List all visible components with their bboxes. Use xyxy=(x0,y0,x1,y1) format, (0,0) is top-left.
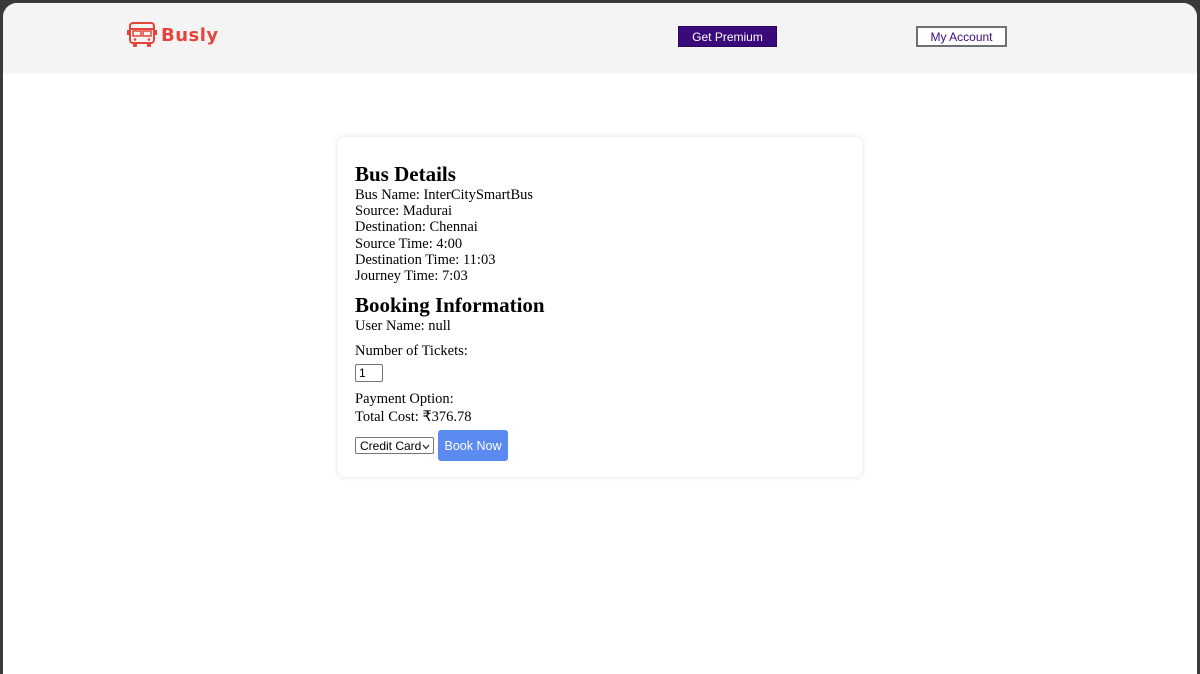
chevron-down-icon xyxy=(422,439,430,453)
brand-logo[interactable]: Busly xyxy=(127,21,219,49)
tickets-input[interactable] xyxy=(355,363,383,382)
bus-icon xyxy=(127,21,157,49)
total-cost-line: Total Cost: ₹376.78 xyxy=(355,408,472,425)
bus-name-line: Bus Name: InterCitySmartBus xyxy=(355,187,534,203)
source-time-line: Source Time: 4:00 xyxy=(355,235,463,252)
booking-actions: Credit Card Book Now xyxy=(355,430,845,462)
user-name-line: User Name: null xyxy=(355,318,451,335)
journey-time-line: Journey Time: 7:03 xyxy=(355,268,468,285)
destination-line: Destination: Chennai xyxy=(355,219,478,236)
tickets-label: Number of Tickets: xyxy=(355,343,468,360)
booking-card: Bus Details Bus Name: InterCitySmartBus … xyxy=(338,137,862,477)
my-account-button[interactable]: My Account xyxy=(916,26,1007,47)
source-line: Source: Madurai xyxy=(355,203,453,220)
book-now-button[interactable]: Book Now xyxy=(438,430,508,462)
payment-select[interactable]: Credit Card xyxy=(355,437,434,455)
navbar: Busly Get Premium My Account xyxy=(3,3,1197,72)
brand-name: Busly xyxy=(161,24,219,46)
get-premium-button[interactable]: Get Premium xyxy=(678,26,777,47)
bus-details-heading: Bus Details xyxy=(355,162,456,186)
payment-option-label: Payment Option: xyxy=(355,390,454,407)
payment-selected-value: Credit Card xyxy=(360,438,422,453)
browser-window: Busly Get Premium My Account Bus Details… xyxy=(3,3,1197,674)
destination-time-line: Destination Time: 11:03 xyxy=(355,251,496,268)
booking-info-heading: Booking Information xyxy=(355,293,545,318)
